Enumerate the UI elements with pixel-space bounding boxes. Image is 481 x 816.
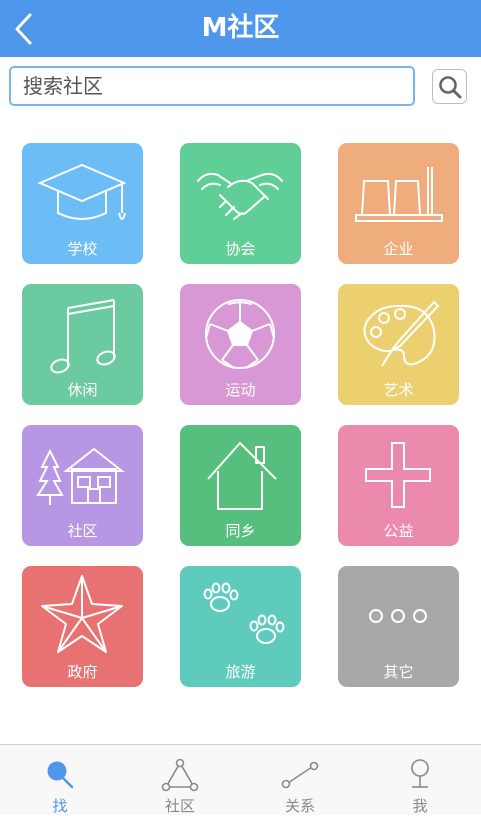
category-label: 旅游 [225,663,256,681]
category-label: 协会 [225,240,256,258]
tab-label: 社区 [164,797,195,815]
category-tile-leisure[interactable]: 休闲 [22,284,143,405]
bottom-tab-bar: 找 社区 关系 我 [0,744,481,815]
category-tile-hometown[interactable]: 同乡 [180,425,301,546]
category-label: 休闲 [67,381,98,399]
category-tile-charity[interactable]: 公益 [338,425,459,546]
tab-label: 找 [52,797,68,815]
tab-find[interactable]: 找 [0,745,120,815]
relation-icon [281,761,319,789]
community-icon [161,758,199,792]
category-label: 政府 [67,663,98,681]
category-tile-government[interactable]: 政府 [22,566,143,687]
category-tile-enterprise[interactable]: 企业 [338,143,459,264]
person-icon [411,759,429,788]
category-label: 同乡 [225,522,256,540]
category-label: 学校 [67,240,98,258]
category-label: 社区 [67,522,98,540]
category-label: 艺术 [383,381,414,399]
category-label: 其它 [383,663,414,681]
category-tile-sports[interactable]: 运动 [180,284,301,405]
category-label: 企业 [383,240,414,258]
category-tile-other[interactable]: 其它 [338,566,459,687]
search-icon [47,761,74,789]
tab-label: 关系 [284,797,315,815]
category-tile-association[interactable]: 协会 [180,143,301,264]
category-tile-art[interactable]: 艺术 [338,284,459,405]
category-tile-community[interactable]: 社区 [22,425,143,546]
category-label: 运动 [225,381,256,399]
tab-community[interactable]: 社区 [120,745,240,815]
category-tile-travel[interactable]: 旅游 [180,566,301,687]
category-label: 公益 [383,522,414,540]
category-grid: 学校 协会 企业 休闲 运动 艺术 社区 同乡 公益 政府 旅游 其它 [0,0,481,814]
category-tile-school[interactable]: 学校 [22,143,143,264]
tab-relations[interactable]: 关系 [240,745,360,815]
tab-label: 我 [412,797,428,815]
tab-me[interactable]: 我 [360,745,480,815]
